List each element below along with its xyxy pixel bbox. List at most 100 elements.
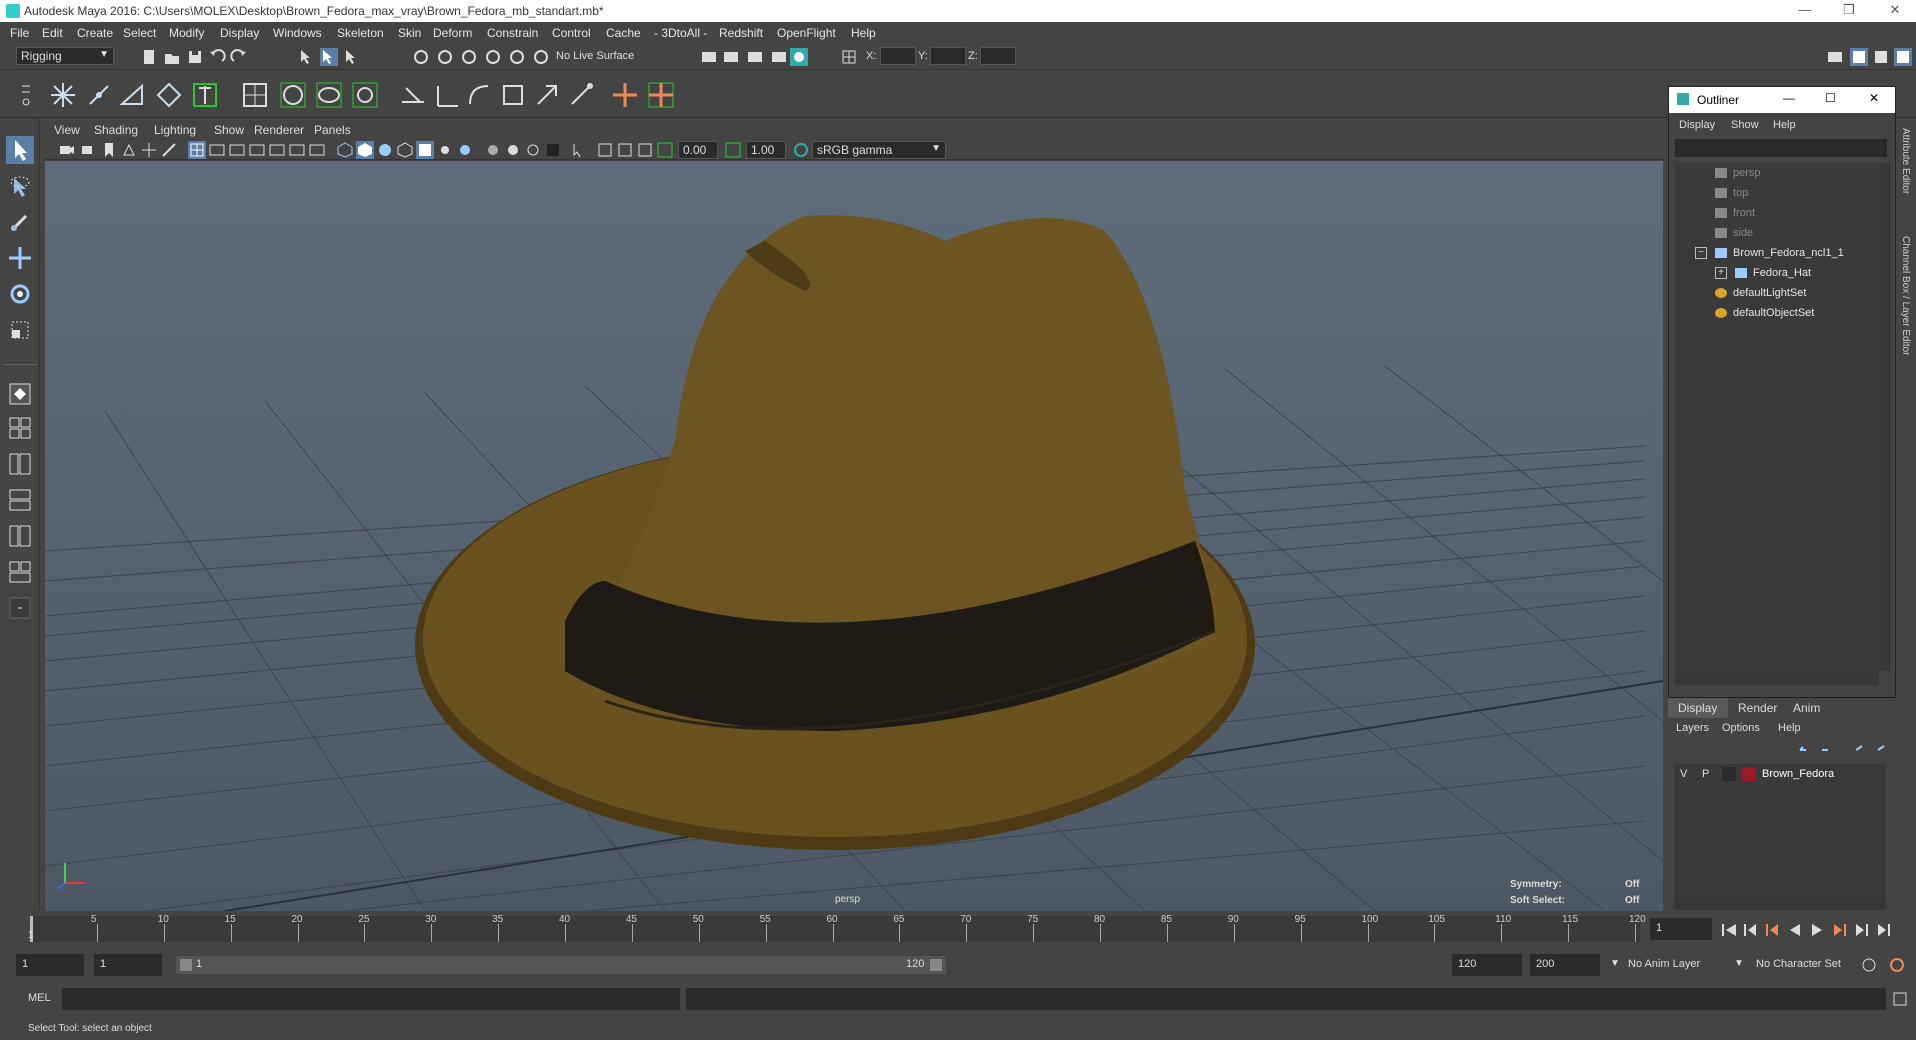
exposure-field[interactable]: 0.00 xyxy=(678,141,718,159)
panel-menu-view[interactable]: View xyxy=(54,123,80,137)
render-view-icon[interactable] xyxy=(770,48,788,66)
bookmark-icon[interactable] xyxy=(100,141,118,159)
mel-label[interactable]: MEL xyxy=(28,992,51,1004)
chevron-down-icon[interactable]: ▼ xyxy=(1610,958,1620,969)
xray-components-icon[interactable] xyxy=(636,141,654,159)
step-forward-frame-icon[interactable] xyxy=(1834,924,1846,936)
textured-icon[interactable] xyxy=(416,141,434,159)
outliner-maximize-button[interactable]: ☐ xyxy=(1825,91,1836,105)
menu-redshift[interactable]: Redshift xyxy=(719,26,763,40)
xray-icon[interactable] xyxy=(596,141,614,159)
snap-grid-icon[interactable] xyxy=(412,48,430,66)
layers-menu-help[interactable]: Help xyxy=(1778,722,1801,734)
auto-key-icon[interactable] xyxy=(1860,956,1878,974)
tab-render[interactable]: Render xyxy=(1738,701,1777,715)
smooth-shade-icon[interactable] xyxy=(356,141,374,159)
anim-layer-dropdown[interactable]: No Anim Layer xyxy=(1628,958,1700,970)
x-field[interactable] xyxy=(880,47,916,65)
color-management-icon[interactable] xyxy=(792,141,810,159)
panel-menu-lighting[interactable]: Lighting xyxy=(154,123,196,137)
outliner-item[interactable]: + Fedora_Hat xyxy=(1675,265,1879,283)
ik-handle-icon[interactable] xyxy=(84,80,114,110)
panel-menu-show[interactable]: Show xyxy=(214,123,244,137)
move-tool-icon[interactable] xyxy=(6,244,34,272)
range-end-handle[interactable] xyxy=(930,959,942,971)
redo-icon[interactable] xyxy=(230,48,248,66)
outliner-menu-display[interactable]: Display xyxy=(1679,119,1715,131)
outliner-minimize-button[interactable]: — xyxy=(1783,91,1795,105)
xray-joints-icon[interactable] xyxy=(616,141,634,159)
panel-menu-panels[interactable]: Panels xyxy=(314,123,351,137)
close-button[interactable]: ✕ xyxy=(1880,2,1910,18)
outliner-vscrollbar[interactable] xyxy=(1879,163,1891,671)
playback-end-field[interactable]: 120 xyxy=(1452,954,1522,976)
tab-attribute-editor[interactable]: Attribute Editor xyxy=(1900,128,1911,194)
range-slider-bar[interactable]: 1 120 xyxy=(176,956,946,974)
new-layer-from-selected-icon[interactable] xyxy=(1877,745,1885,751)
snap-view-icon[interactable] xyxy=(484,48,502,66)
step-back-key-icon[interactable] xyxy=(1744,924,1756,936)
motion-blur-icon[interactable] xyxy=(504,141,522,159)
snap-curve-icon[interactable] xyxy=(436,48,454,66)
time-slider[interactable]: 1 5 10 15 20 25 30 35 40 45 50 55 60 65 70 75 80 85 90 95 1… xyxy=(0,912,1916,948)
use-all-lights-icon[interactable] xyxy=(436,141,454,159)
menu-file[interactable]: File xyxy=(10,26,29,40)
shelf-options-icon[interactable] xyxy=(16,80,36,110)
outliner-hscrollbar[interactable] xyxy=(1675,671,1879,685)
tab-display[interactable]: Display xyxy=(1668,698,1728,718)
menu-create[interactable]: Create xyxy=(77,26,113,40)
lattice-icon[interactable] xyxy=(240,80,270,110)
script-editor-icon[interactable] xyxy=(1892,991,1908,1007)
aim-constraint-icon[interactable] xyxy=(532,80,562,110)
menu-cache[interactable]: Cache xyxy=(606,26,641,40)
layer-playback-toggle[interactable]: P xyxy=(1702,768,1709,780)
play-forwards-icon[interactable] xyxy=(1812,924,1822,936)
lasso-tool-icon[interactable] xyxy=(6,172,34,200)
resolution-gate-icon[interactable] xyxy=(228,141,246,159)
grid-toggle-icon[interactable] xyxy=(188,141,206,159)
panel-menu-shading[interactable]: Shading xyxy=(94,123,138,137)
menu-help[interactable]: Help xyxy=(851,26,876,40)
outliner-item[interactable]: persp xyxy=(1675,165,1879,183)
step-back-frame-icon[interactable] xyxy=(1766,924,1778,936)
attribute-editor-toggle-icon[interactable] xyxy=(1850,48,1868,66)
undo-icon[interactable] xyxy=(208,48,226,66)
screen-space-ao-icon[interactable] xyxy=(484,141,502,159)
menu-windows[interactable]: Windows xyxy=(273,26,322,40)
camera-lock-icon[interactable] xyxy=(80,141,98,159)
blendshape-icon[interactable] xyxy=(350,80,380,110)
outliner-item[interactable]: top xyxy=(1675,185,1879,203)
go-to-end-icon[interactable] xyxy=(1878,924,1890,936)
step-forward-key-icon[interactable] xyxy=(1856,924,1868,936)
expand-icon[interactable]: + xyxy=(1715,267,1727,279)
point-constraint-icon[interactable] xyxy=(432,80,462,110)
ipr-render-icon[interactable] xyxy=(746,48,764,66)
open-scene-icon[interactable] xyxy=(163,48,181,66)
chevron-down-icon[interactable]: ▼ xyxy=(1734,958,1744,969)
restore-button[interactable]: ❐ xyxy=(1834,2,1864,18)
menu-skin[interactable]: Skin xyxy=(398,26,421,40)
safe-action-icon[interactable] xyxy=(288,141,306,159)
animation-start-field[interactable]: 1 xyxy=(16,954,84,976)
create-character-icon[interactable] xyxy=(646,80,676,110)
y-field[interactable] xyxy=(930,47,966,65)
gamma-icon[interactable] xyxy=(724,141,742,159)
field-chart-icon[interactable] xyxy=(268,141,286,159)
scale-tool-icon[interactable] xyxy=(6,316,34,344)
interactive-bind-icon[interactable] xyxy=(190,80,220,110)
menu-3dtoall[interactable]: - 3DtoAll - xyxy=(654,26,707,40)
colorspace-dropdown[interactable]: sRGB gamma ▼ xyxy=(812,141,946,159)
current-frame-field[interactable]: 1 xyxy=(1650,918,1712,940)
select-hierarchy-icon[interactable] xyxy=(298,48,316,66)
outliner-menu-help[interactable]: Help xyxy=(1773,119,1796,131)
menuset-dropdown[interactable]: Rigging ▼ xyxy=(16,47,114,65)
shadows-icon[interactable] xyxy=(456,141,474,159)
perspective-viewport[interactable]: persp Symmetry: Off Soft Select: Off xyxy=(45,161,1663,911)
animation-end-field[interactable]: 200 xyxy=(1530,954,1600,976)
outliner-item[interactable]: defaultObjectSet xyxy=(1675,305,1879,323)
render-frame-icon[interactable] xyxy=(722,48,740,66)
wrap-deformer-icon[interactable] xyxy=(314,80,344,110)
layer-color-swatch[interactable] xyxy=(1742,767,1756,781)
snap-surface-icon[interactable] xyxy=(508,48,526,66)
channel-box-toggle-icon[interactable] xyxy=(1894,48,1912,66)
